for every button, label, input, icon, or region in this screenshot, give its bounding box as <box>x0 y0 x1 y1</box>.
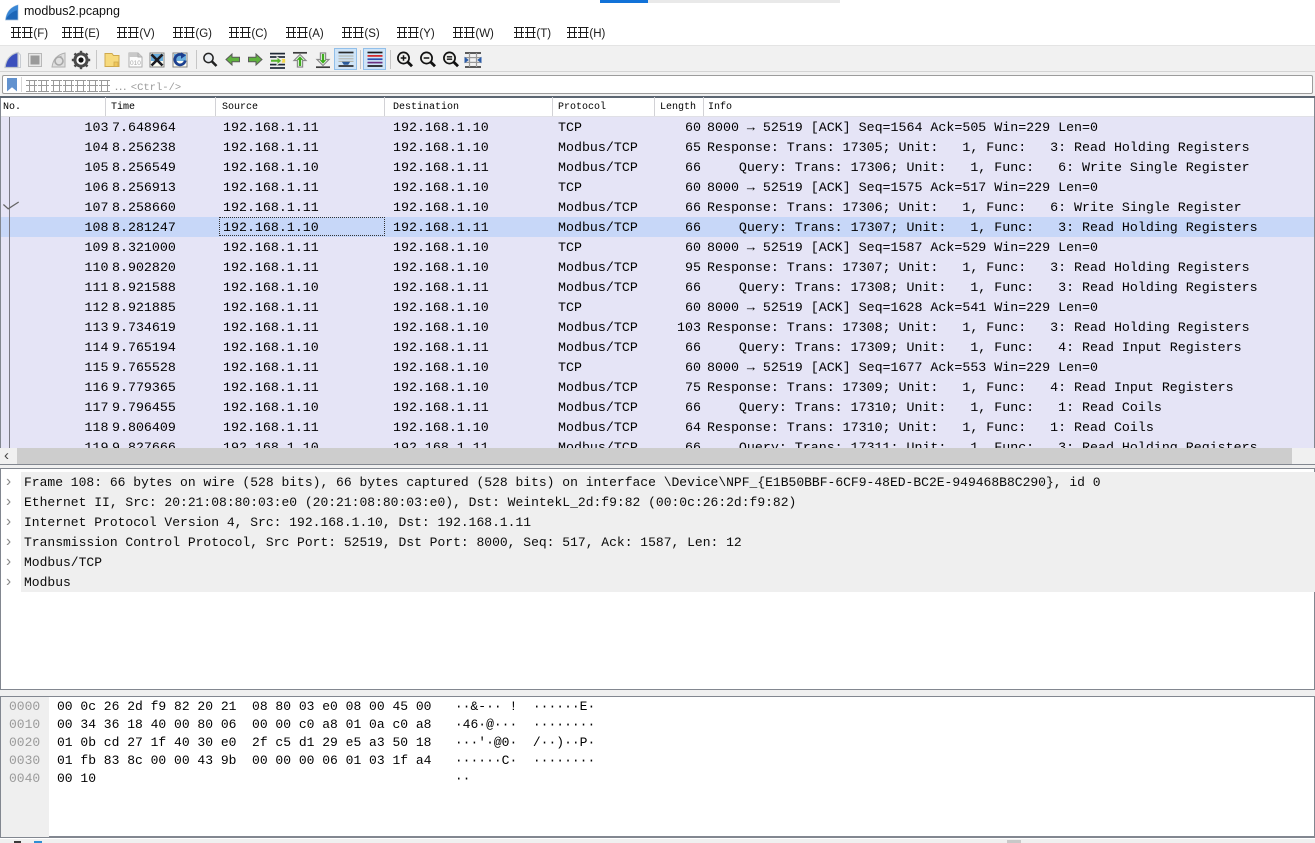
svg-text:010: 010 <box>130 60 141 67</box>
